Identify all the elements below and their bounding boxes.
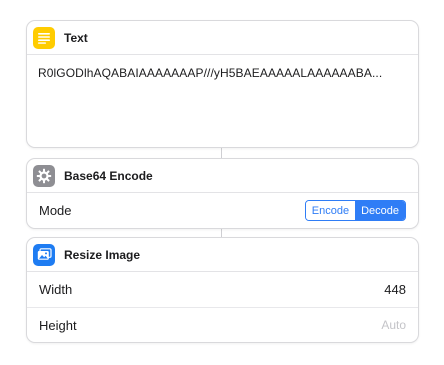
width-input[interactable]: 448 [384, 282, 406, 297]
text-action-header[interactable]: Text [27, 21, 418, 55]
encode-option[interactable]: Encode [305, 201, 356, 220]
height-row[interactable]: Height Auto [27, 307, 418, 342]
flow-connector [221, 147, 222, 158]
text-action-title: Text [64, 30, 88, 45]
resize-image-header[interactable]: Resize Image [27, 238, 418, 272]
resize-image-action-card[interactable]: Resize Image Width 448 Height Auto [26, 237, 419, 343]
text-lines-icon [33, 26, 55, 49]
base64-action-title: Base64 Encode [64, 168, 153, 183]
mode-row: Mode Encode Decode [27, 193, 418, 228]
resize-image-title: Resize Image [64, 247, 141, 262]
width-label: Width [39, 282, 73, 297]
mode-label: Mode [39, 203, 72, 218]
image-icon [33, 243, 55, 266]
gear-icon [33, 164, 55, 187]
base64-action-card[interactable]: Base64 Encode Mode Encode Decode [26, 158, 419, 229]
text-action-card[interactable]: Text R0lGODlhAQABAIAAAAAAAP///yH5BAEAAAA… [26, 20, 419, 148]
height-label: Height [39, 317, 77, 333]
base64-action-header[interactable]: Base64 Encode [27, 159, 418, 193]
width-row[interactable]: Width 448 [27, 272, 418, 307]
height-input[interactable]: Auto [381, 318, 406, 332]
text-content-field[interactable]: R0lGODlhAQABAIAAAAAAAP///yH5BAEAAAAALAAA… [27, 55, 418, 147]
decode-option[interactable]: Decode [355, 201, 405, 220]
mode-segmented-control[interactable]: Encode Decode [304, 200, 406, 221]
